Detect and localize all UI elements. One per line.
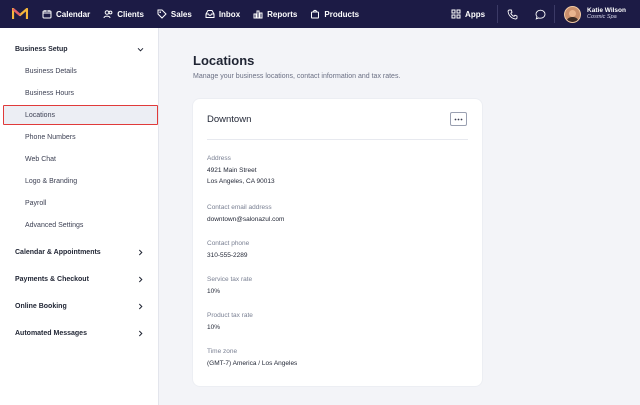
nav-inbox[interactable]: Inbox: [205, 9, 240, 19]
sidebar-item-label: Phone Numbers: [25, 133, 76, 141]
timezone-label: Time zone: [207, 348, 238, 355]
nav-calendar-label: Calendar: [56, 9, 91, 19]
email-label: Contact email address: [207, 204, 272, 211]
chat-bubble-icon: [535, 9, 545, 20]
sidebar-section-business-setup[interactable]: Business Setup: [15, 41, 144, 57]
bar-chart-icon: [253, 10, 263, 19]
top-navigation-right: Apps Katie Wilson Cosmic Spa: [451, 0, 640, 28]
sidebar-item-label: Payroll: [25, 199, 47, 207]
nav-products-label: Products: [324, 9, 360, 19]
nav-products[interactable]: Products: [310, 9, 359, 19]
sidebar-section-label: Automated Messages: [15, 329, 87, 337]
sidebar-section-payments-checkout[interactable]: Payments & Checkout: [15, 271, 144, 287]
phone-value: 310-555-2289: [207, 252, 248, 259]
sidebar-item-business-hours[interactable]: Business Hours: [25, 85, 74, 101]
nav-sales-label: Sales: [170, 9, 192, 19]
phone-button[interactable]: [498, 0, 526, 28]
sidebar-item-payroll[interactable]: Payroll: [25, 195, 46, 211]
user-menu[interactable]: Katie Wilson Cosmic Spa: [555, 5, 640, 23]
sidebar-section-label: Online Booking: [15, 302, 67, 310]
sidebar-section-online-booking[interactable]: Online Booking: [15, 298, 144, 314]
nav-calendar[interactable]: Calendar: [42, 9, 90, 19]
timezone-value: (GMT-7) America / Los Angeles: [207, 360, 298, 367]
more-options-button[interactable]: [450, 112, 467, 126]
sidebar-section-automated-messages[interactable]: Automated Messages: [15, 325, 144, 341]
sidebar-section-label: Payments & Checkout: [15, 275, 89, 283]
location-card: Downtown Address 4921 Main Street Los An…: [193, 99, 482, 386]
sidebar-item-label: Locations: [25, 111, 55, 119]
user-info: Katie Wilson Cosmic Spa: [587, 7, 626, 21]
chevron-right-icon: [138, 249, 143, 255]
settings-sidebar: Business Setup Business Details Business…: [0, 28, 159, 405]
chat-button[interactable]: [526, 0, 554, 28]
service-tax-value: 10%: [207, 288, 221, 295]
phone-label: Contact phone: [207, 240, 250, 247]
sidebar-item-logo-branding[interactable]: Logo & Branding: [25, 173, 77, 189]
page-description: Manage your business locations, contact …: [193, 73, 401, 80]
sidebar-item-label: Logo & Branding: [25, 177, 78, 185]
phone-icon: [507, 9, 517, 19]
product-tax-label: Product tax rate: [207, 312, 253, 319]
chevron-right-icon: [138, 303, 143, 309]
user-business: Cosmic Spa: [587, 13, 617, 20]
nav-reports[interactable]: Reports: [253, 9, 297, 19]
address-label: Address: [207, 155, 231, 162]
sidebar-section-label: Business Setup: [15, 45, 68, 53]
sidebar-item-locations[interactable]: Locations: [25, 107, 55, 123]
tag-icon: [157, 9, 167, 19]
clients-icon: [103, 10, 113, 19]
nav-clients-label: Clients: [117, 9, 144, 19]
service-tax-label: Service tax rate: [207, 276, 253, 283]
sidebar-item-label: Web Chat: [25, 155, 56, 163]
nav-inbox-label: Inbox: [218, 9, 241, 19]
inbox-icon: [205, 10, 215, 18]
app-logo-icon[interactable]: [12, 8, 28, 20]
nav-reports-label: Reports: [267, 9, 298, 19]
nav-sales[interactable]: Sales: [157, 9, 192, 19]
sidebar-item-web-chat[interactable]: Web Chat: [25, 151, 56, 167]
sidebar-section-label: Calendar & Appointments: [15, 248, 101, 256]
nav-apps-label: Apps: [465, 9, 486, 19]
sidebar-item-label: Advanced Settings: [25, 221, 84, 229]
bag-icon: [311, 9, 320, 19]
address-line-1: 4921 Main Street: [207, 167, 257, 174]
chevron-down-icon: [137, 47, 144, 52]
nav-apps[interactable]: Apps: [451, 9, 485, 19]
page-title: Locations: [193, 53, 255, 68]
sidebar-item-advanced-settings[interactable]: Advanced Settings: [25, 217, 83, 233]
sidebar-section-calendar-appointments[interactable]: Calendar & Appointments: [15, 244, 144, 260]
top-navigation-bar: Calendar Clients Sales Inbox Reports Pro…: [0, 0, 640, 28]
address-line-2: Los Angeles, CA 90013: [207, 178, 275, 185]
sidebar-item-phone-numbers[interactable]: Phone Numbers: [25, 129, 76, 145]
location-name: Downtown: [207, 114, 252, 125]
card-divider: [207, 139, 468, 140]
product-tax-value: 10%: [207, 324, 221, 331]
email-value: downtown@salonazul.com: [207, 216, 285, 223]
sidebar-item-business-details[interactable]: Business Details: [25, 63, 77, 79]
more-horizontal-icon: [454, 118, 463, 120]
sidebar-item-label: Business Details: [25, 67, 77, 75]
chevron-right-icon: [138, 330, 143, 336]
grid-icon: [451, 9, 461, 19]
nav-clients[interactable]: Clients: [103, 9, 144, 19]
avatar: [564, 5, 582, 23]
chevron-right-icon: [138, 276, 143, 282]
calendar-icon: [42, 10, 52, 19]
sidebar-item-label: Business Hours: [25, 89, 75, 97]
